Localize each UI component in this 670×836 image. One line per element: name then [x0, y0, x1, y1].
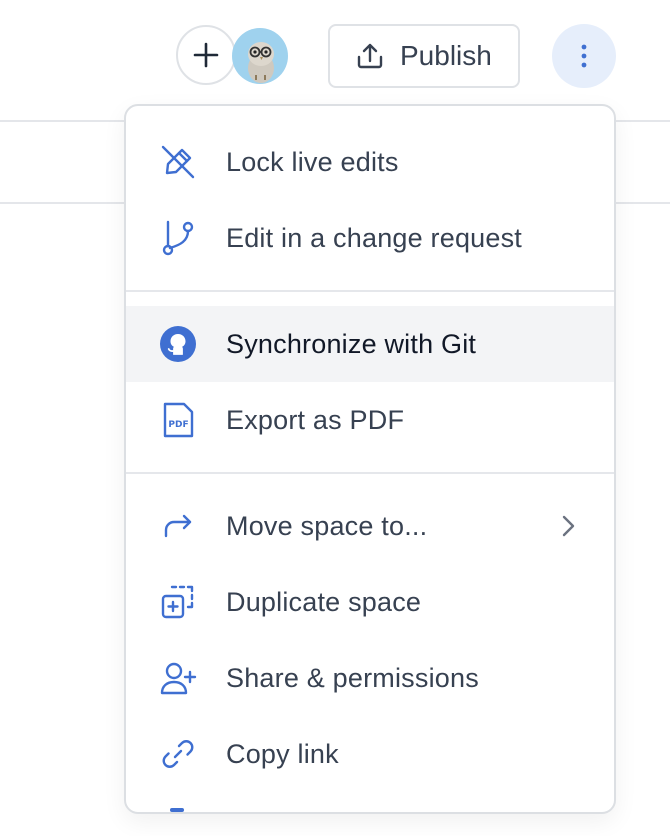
arrow-turn-right-icon — [164, 514, 192, 538]
menu-item-move-space[interactable]: Move space to... — [126, 488, 614, 564]
publish-label: Publish — [400, 40, 492, 71]
menu-item-label: Export as PDF — [226, 404, 405, 435]
pencil-off-icon — [161, 145, 195, 179]
menu-divider — [126, 472, 614, 474]
menu-item-edit-in-change-request[interactable]: Edit in a change request — [126, 200, 614, 276]
menu-item-label: Copy link — [226, 738, 339, 769]
menu-item-lock-live-edits[interactable]: Lock live edits — [126, 124, 614, 200]
upload-icon — [357, 43, 383, 69]
more-options-button[interactable] — [552, 24, 616, 88]
avatar[interactable] — [232, 28, 288, 84]
menu-item-label: Synchronize with Git — [226, 328, 477, 359]
owl-avatar-icon — [248, 42, 274, 83]
publish-button[interactable]: Publish — [328, 24, 520, 88]
github-icon — [160, 326, 196, 362]
link-icon — [162, 740, 194, 768]
vertical-dots-icon — [581, 44, 587, 68]
add-collaborator-button[interactable] — [176, 25, 236, 85]
menu-item-label: Duplicate space — [226, 586, 422, 617]
user-plus-icon — [160, 662, 197, 695]
git-branch-icon — [162, 220, 194, 256]
svg-text:PDF: PDF — [168, 420, 188, 430]
menu-item-label: Move space to... — [226, 510, 428, 541]
plus-icon — [193, 42, 219, 68]
menu-item-export-as-pdf[interactable]: PDF Export as PDF — [126, 382, 614, 458]
menu-item-label: Edit in a change request — [226, 222, 522, 253]
menu-item-copy-link[interactable]: Copy link — [126, 716, 614, 792]
menu-item-synchronize-with-git[interactable]: Synchronize with Git — [126, 306, 614, 382]
menu-divider — [126, 290, 614, 292]
pdf-file-icon: PDF — [163, 402, 194, 438]
menu-item-label: Lock live edits — [226, 146, 399, 177]
menu-item-label: Share & permissions — [226, 662, 479, 693]
menu-item-duplicate-space[interactable]: Duplicate space — [126, 564, 614, 640]
chevron-right-icon — [562, 515, 575, 537]
duplicate-icon — [161, 585, 194, 619]
next-item-icon-fragment — [170, 808, 184, 812]
menu-item-share-permissions[interactable]: Share & permissions — [126, 640, 614, 716]
more-options-menu: Lock live edits Edit in a change request… — [124, 104, 616, 814]
